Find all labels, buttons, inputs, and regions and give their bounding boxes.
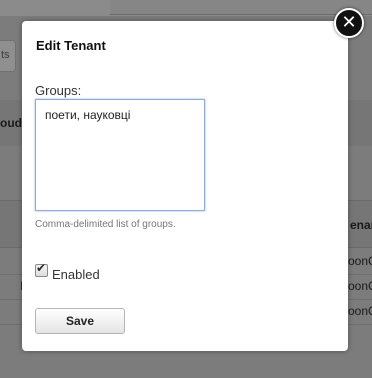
save-button[interactable]: Save (35, 308, 125, 334)
enabled-label: Enabled (52, 267, 100, 282)
background-row-cell: oonC (348, 279, 372, 293)
groups-label: Groups: (35, 83, 82, 98)
background-row-cell: oonC (348, 254, 372, 268)
background-row-cell: oonC (348, 304, 372, 318)
checkmark-icon: ✔ (36, 261, 47, 275)
close-button[interactable]: ✕ (334, 8, 364, 38)
dialog-title: Edit Tenant (36, 38, 106, 53)
background-column-header: enant (350, 218, 372, 232)
background-tab-label: ts (1, 49, 10, 61)
groups-help-text: Comma-delimited list of groups. (35, 219, 176, 230)
enabled-checkbox[interactable]: ✔ (35, 261, 48, 277)
background-top-panel (110, 0, 372, 15)
groups-textarea[interactable]: поети, науковці (35, 99, 205, 211)
edit-tenant-dialog: Edit Tenant Groups: поети, науковці Comm… (22, 21, 348, 351)
background-tab-button: ts (0, 40, 16, 72)
close-icon: ✕ (341, 12, 357, 33)
